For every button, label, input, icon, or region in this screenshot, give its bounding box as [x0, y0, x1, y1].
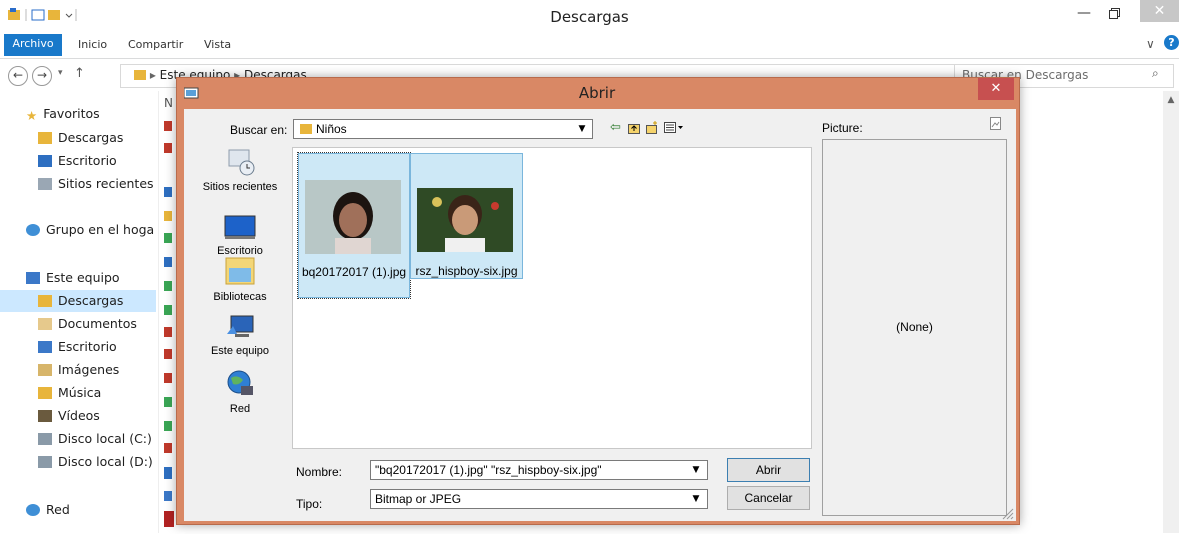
file-item-girl[interactable]: bq20172017 (1).jpg: [297, 152, 411, 299]
folder-icon: [134, 70, 146, 80]
explorer-scrollbar[interactable]: ▲: [1163, 91, 1179, 533]
nav-este-equipo[interactable]: Este equipo: [26, 270, 120, 285]
folder-icon: [300, 124, 312, 134]
restore-icon: [1109, 8, 1120, 19]
filetype-label: Tipo:: [296, 497, 323, 511]
boy-photo-thumbnail: [417, 188, 513, 252]
drive-icon: [38, 456, 52, 468]
file-name-girl: bq20172017 (1).jpg: [301, 265, 407, 279]
tab-compartir[interactable]: Compartir: [128, 38, 183, 51]
back-icon[interactable]: ⇦: [610, 120, 621, 135]
file-name-boy: rsz_hispboy-six.jpg: [415, 264, 518, 278]
place-bibliotecas[interactable]: Bibliotecas: [200, 254, 280, 303]
resize-grip-icon[interactable]: [1000, 506, 1014, 523]
filename-input[interactable]: "bq20172017 (1).jpg" "rsz_hispboy-six.jp…: [370, 460, 708, 480]
new-folder-icon[interactable]: [646, 121, 658, 134]
back-button[interactable]: ←: [8, 66, 28, 86]
recent-locations-icon[interactable]: ▾: [58, 68, 63, 78]
libraries-icon: [225, 257, 255, 285]
nav-disco-c[interactable]: Disco local (C:): [38, 431, 152, 446]
explorer-title: Descargas: [550, 8, 629, 26]
nav-red[interactable]: Red: [26, 502, 70, 517]
minimize-button[interactable]: —: [1070, 2, 1098, 24]
nav-descargas[interactable]: Descargas: [38, 130, 123, 145]
nav-grupo-hogar[interactable]: Grupo en el hoga: [26, 222, 154, 237]
look-in-label: Buscar en:: [230, 123, 288, 137]
nav-pc-escritorio[interactable]: Escritorio: [38, 339, 117, 354]
documents-folder-icon: [38, 318, 52, 330]
nav-musica[interactable]: Música: [38, 385, 101, 400]
tab-vista[interactable]: Vista: [204, 38, 231, 51]
nav-videos[interactable]: Vídeos: [38, 408, 100, 423]
downloads-folder-icon: [38, 295, 52, 307]
music-folder-icon: [38, 387, 52, 399]
tab-inicio[interactable]: Inicio: [78, 38, 107, 51]
preview-none-text: (None): [896, 320, 933, 334]
filetype-select[interactable]: Bitmap or JPEG: [370, 489, 708, 509]
filename-label: Nombre:: [296, 465, 343, 479]
star-icon: ★: [26, 108, 38, 123]
videos-folder-icon: [38, 410, 52, 422]
drive-icon: [38, 433, 52, 445]
preview-document-icon[interactable]: [988, 116, 1004, 135]
desktop-folder-icon: [38, 341, 52, 353]
computer-icon: [227, 315, 254, 337]
cancel-button[interactable]: Cancelar: [727, 486, 810, 510]
filename-value: "bq20172017 (1).jpg" "rsz_hispboy-six.jp…: [375, 463, 602, 477]
nav-imagenes[interactable]: Imágenes: [38, 362, 119, 377]
look-in-value: Niños: [316, 122, 347, 136]
up-folder-icon[interactable]: [628, 122, 640, 134]
scroll-up-icon[interactable]: ▲: [1163, 95, 1179, 105]
desktop-icon: [224, 215, 256, 239]
nav-documentos[interactable]: Documentos: [38, 316, 137, 331]
desktop-icon: [38, 155, 52, 167]
place-sitios-recientes[interactable]: Sitios recientes: [200, 146, 280, 193]
dialog-close-button[interactable]: ✕: [978, 78, 1014, 100]
view-menu-icon[interactable]: [664, 122, 684, 134]
place-este-equipo[interactable]: Este equipo: [200, 312, 280, 357]
nav-favoritos[interactable]: ★ Favoritos: [26, 106, 100, 123]
look-in-combo[interactable]: Niños: [293, 119, 593, 139]
maximize-button[interactable]: [1100, 2, 1128, 24]
filename-dropdown-arrow[interactable]: ▼: [688, 462, 704, 478]
recent-places-icon: [228, 149, 255, 176]
nav-escritorio[interactable]: Escritorio: [38, 153, 117, 168]
dialog-title: Abrir: [578, 84, 616, 102]
explorer-close-button[interactable]: ✕: [1140, 0, 1179, 22]
recent-places-icon: [38, 178, 52, 190]
computer-icon: [26, 272, 40, 284]
places-bar: Sitios recientes Escritorio Bibliotecas …: [200, 144, 280, 424]
dialog-toolbar: ⇦: [610, 120, 700, 136]
nav-pc-descargas[interactable]: Descargas: [38, 293, 123, 308]
place-escritorio[interactable]: Escritorio: [200, 212, 280, 257]
open-button[interactable]: Abrir: [727, 458, 810, 482]
nav-disco-d[interactable]: Disco local (D:): [38, 454, 153, 469]
search-icon[interactable]: ⌕: [1152, 66, 1159, 81]
homegroup-icon: [26, 224, 40, 236]
up-button[interactable]: ↑: [74, 66, 85, 81]
girl-photo-thumbnail: [305, 180, 401, 254]
place-red[interactable]: Red: [200, 368, 280, 415]
preview-label: Picture:: [822, 121, 863, 135]
filetype-value: Bitmap or JPEG: [375, 492, 462, 506]
help-icon[interactable]: ?: [1164, 35, 1179, 50]
downloads-folder-icon: [38, 132, 52, 144]
look-in-dropdown-arrow[interactable]: ▼: [574, 121, 590, 137]
forward-button[interactable]: →: [32, 66, 52, 86]
network-icon: [26, 504, 40, 516]
file-item-boy[interactable]: rsz_hispboy-six.jpg: [410, 153, 523, 279]
network-icon: [227, 370, 253, 395]
pictures-folder-icon: [38, 364, 52, 376]
ribbon-expand-icon[interactable]: ∨: [1146, 37, 1155, 51]
tab-archivo[interactable]: Archivo: [4, 34, 62, 56]
filetype-dropdown-arrow[interactable]: ▼: [688, 491, 704, 507]
nav-sitios-recientes[interactable]: Sitios recientes: [38, 176, 154, 191]
